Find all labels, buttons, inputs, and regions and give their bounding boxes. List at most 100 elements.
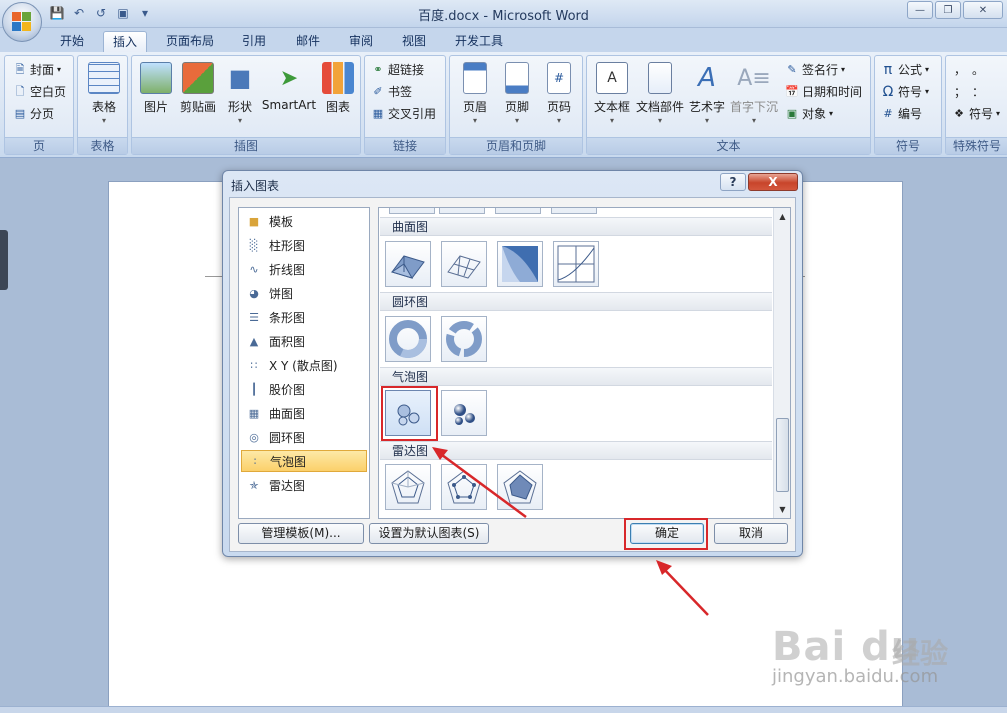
picture-button[interactable]: 图片	[138, 62, 174, 115]
highlight-ok-button	[624, 518, 708, 550]
chart-thumb-prev-1[interactable]	[389, 208, 435, 214]
footer-icon	[505, 62, 529, 94]
clipart-button[interactable]: 剪贴画	[176, 62, 220, 115]
set-default-chart-button[interactable]: 设置为默认图表(S)	[369, 523, 489, 544]
tab-mailings[interactable]: 邮件	[290, 31, 326, 52]
page-break-button[interactable]: ▤ 分页	[13, 104, 54, 124]
header-button[interactable]: 页眉 ▾	[456, 62, 494, 125]
footer-button[interactable]: 页脚 ▾	[498, 62, 536, 125]
equation-button[interactable]: π 公式 ▾	[881, 60, 929, 80]
hyperlink-button[interactable]: ⚭ 超链接	[371, 60, 424, 80]
category-stock[interactable]: ┃ 股价图	[241, 378, 367, 400]
tab-insert[interactable]: 插入	[103, 31, 147, 52]
page-number-button[interactable]: # 页码 ▾	[540, 62, 578, 125]
bar-chart-icon: ☰	[249, 310, 259, 324]
special-group-label: 特殊符号	[946, 137, 1007, 154]
pie-chart-icon: ◕	[249, 286, 259, 300]
scroll-down-icon[interactable]: ▼	[775, 502, 790, 517]
tab-view[interactable]: 视图	[396, 31, 432, 52]
chart-gallery: 曲面图 圆环图 气泡图 雷达图 ▲ ▼	[378, 207, 791, 519]
bookmark-button[interactable]: ✐ 书签	[371, 82, 412, 102]
side-handle[interactable]	[0, 230, 8, 290]
category-templates[interactable]: ■ 模板	[241, 210, 367, 232]
textbox-button[interactable]: A 文本框 ▾	[591, 62, 633, 125]
link-group: ⚭ 超链接 ✐ 书签 ▦ 交叉引用 链接	[364, 55, 446, 155]
tab-page-layout[interactable]: 页面布局	[160, 31, 220, 52]
office-button[interactable]	[2, 2, 42, 42]
surface-wireframe-thumb[interactable]	[441, 241, 487, 287]
radar-markers-thumb[interactable]	[441, 464, 487, 510]
symbol-button[interactable]: Ω 符号 ▾	[881, 82, 929, 102]
tab-references[interactable]: 引用	[236, 31, 272, 52]
bubble-chart-icon: ∶	[253, 454, 257, 468]
manage-templates-button[interactable]: 管理模板(M)...	[238, 523, 364, 544]
insert-chart-dialog: 插入图表 ? X ■ 模板 ░ 柱形图 ∿ 折线图 ◕ 饼图 ☰ 条形图 ▲ 面积图 ∷ X …	[222, 170, 803, 557]
wordart-icon: A	[698, 63, 716, 93]
category-scatter[interactable]: ∷ X Y (散点图)	[241, 354, 367, 376]
category-column[interactable]: ░ 柱形图	[241, 234, 367, 256]
gallery-scrollbar[interactable]: ▲ ▼	[773, 208, 790, 518]
table-group: 表格 ▾ 表格	[77, 55, 128, 155]
signature-line-button[interactable]: ✎ 签名行 ▾	[785, 60, 845, 80]
help-button[interactable]: ?	[720, 173, 746, 191]
tab-home[interactable]: 开始	[52, 31, 92, 52]
tab-developer[interactable]: 开发工具	[448, 31, 510, 52]
watermark-url: jingyan.baidu.com	[772, 666, 939, 687]
cross-reference-button[interactable]: ▦ 交叉引用	[371, 104, 436, 124]
punctuation-semicolon-button[interactable]: ；：	[954, 82, 996, 102]
chart-button[interactable]: 图表	[320, 62, 356, 115]
wordart-button[interactable]: A 艺术字 ▾	[687, 62, 727, 125]
category-area[interactable]: ▲ 面积图	[241, 330, 367, 352]
stock-chart-icon: ┃	[250, 382, 258, 396]
surface-wire-contour-thumb[interactable]	[553, 241, 599, 287]
illustration-group-label: 插图	[132, 137, 360, 154]
category-pie[interactable]: ◕ 饼图	[241, 282, 367, 304]
smartart-button[interactable]: ➤ SmartArt	[260, 62, 318, 113]
bubble-3d-thumb[interactable]	[441, 390, 487, 436]
scatter-chart-icon: ∷	[250, 358, 258, 372]
radar-thumb[interactable]	[385, 464, 431, 510]
office-logo-icon	[12, 12, 32, 32]
close-icon[interactable]: ✕	[963, 1, 1003, 19]
surface-contour-thumb[interactable]	[497, 241, 543, 287]
doughnut-thumb[interactable]	[385, 316, 431, 362]
status-bar	[0, 706, 1007, 713]
category-surface[interactable]: ▦ 曲面图	[241, 402, 367, 424]
chart-thumb-prev-3[interactable]	[495, 208, 541, 214]
cover-page-button[interactable]: 🗎 封面 ▾	[13, 60, 61, 80]
hyperlink-icon: ⚭	[373, 63, 383, 76]
numbering-button[interactable]: # 编号	[881, 104, 922, 124]
scroll-up-icon[interactable]: ▲	[775, 209, 790, 224]
category-radar[interactable]: ✯ 雷达图	[241, 474, 367, 496]
shapes-button[interactable]: ■ 形状 ▾	[222, 62, 258, 125]
chart-thumb-prev-4[interactable]	[551, 208, 597, 214]
chart-thumb-prev-2[interactable]	[439, 208, 485, 214]
drop-cap-button[interactable]: A≡ 首字下沉 ▾	[729, 62, 779, 126]
minimize-icon[interactable]: —	[907, 1, 933, 19]
blank-page-button[interactable]: 🗋 空白页	[13, 82, 66, 102]
exploded-doughnut-thumb[interactable]	[441, 316, 487, 362]
object-button[interactable]: ▣ 对象 ▾	[785, 104, 833, 124]
surface-3d-thumb[interactable]	[385, 241, 431, 287]
category-bubble[interactable]: ∶ 气泡图	[241, 450, 367, 472]
cover-page-icon: 🗎	[15, 63, 25, 76]
omega-icon: Ω	[882, 84, 894, 100]
table-button[interactable]: 表格 ▾	[84, 62, 124, 125]
quick-parts-button[interactable]: 文档部件 ▾	[635, 62, 685, 125]
category-doughnut[interactable]: ◎ 圆环图	[241, 426, 367, 448]
bullet-icon: ❖	[954, 107, 964, 120]
filled-radar-thumb[interactable]	[497, 464, 543, 510]
text-group-label: 文本	[587, 137, 870, 154]
tab-review[interactable]: 审阅	[343, 31, 379, 52]
punctuation-comma-button[interactable]: ，。	[954, 60, 996, 80]
special-symbol-button[interactable]: ❖ 符号 ▾	[952, 104, 1000, 124]
bookmark-icon: ✐	[373, 85, 383, 98]
category-line[interactable]: ∿ 折线图	[241, 258, 367, 280]
date-time-button[interactable]: 📅 日期和时间	[785, 82, 862, 102]
cancel-button[interactable]: 取消	[714, 523, 788, 544]
category-bar[interactable]: ☰ 条形图	[241, 306, 367, 328]
dialog-close-button[interactable]: X	[748, 173, 798, 191]
restore-icon[interactable]: ❐	[935, 1, 961, 19]
quick-parts-icon	[648, 62, 672, 94]
scroll-thumb[interactable]	[776, 418, 789, 492]
